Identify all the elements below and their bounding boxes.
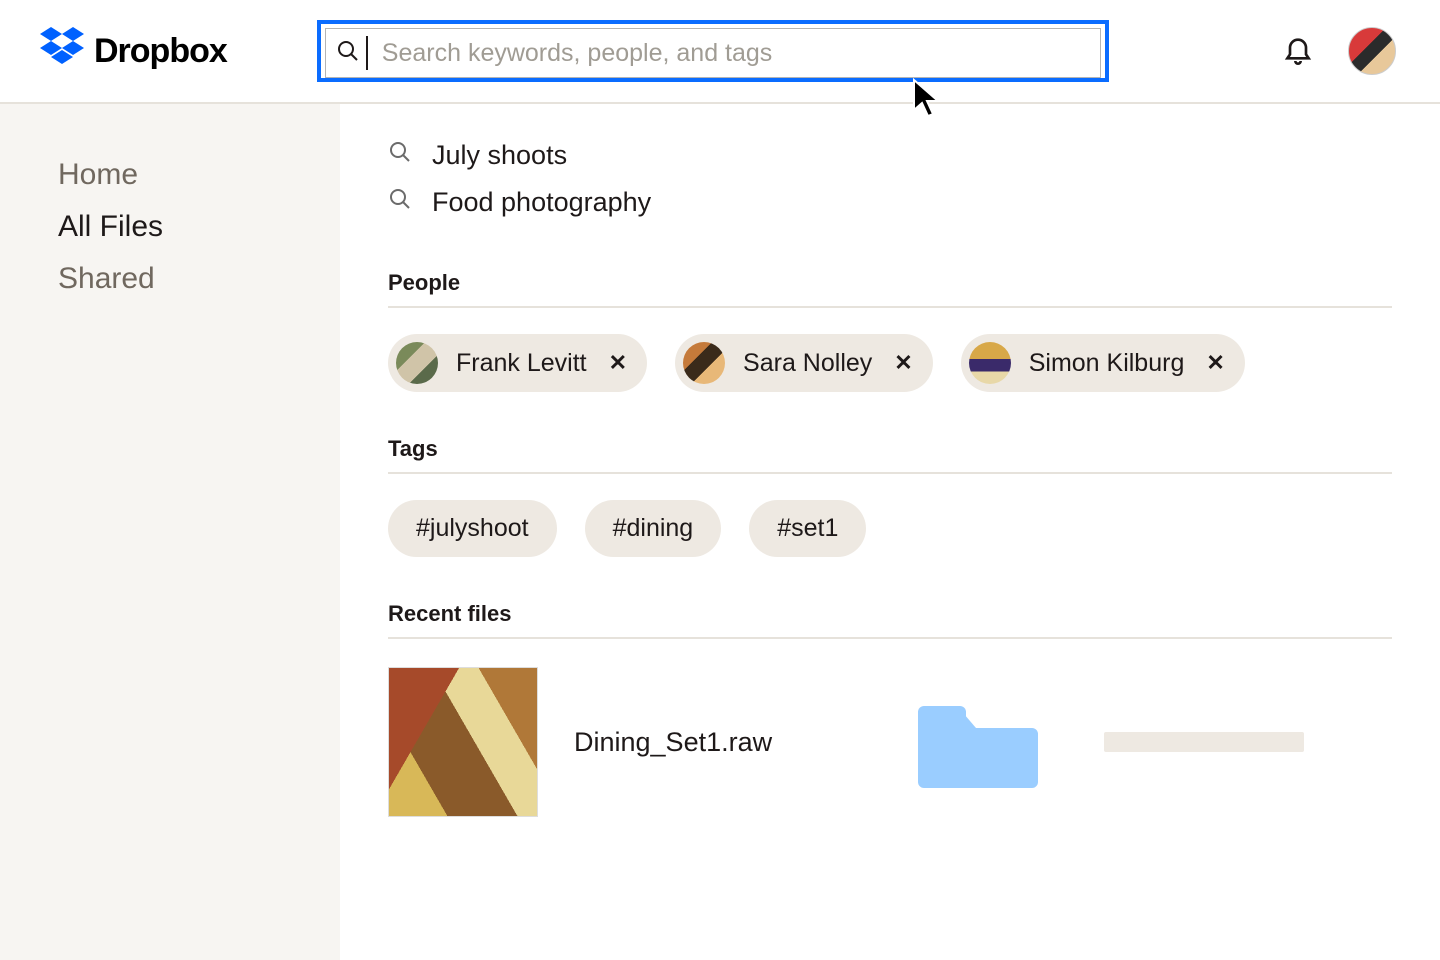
tag-text: #dining [613,514,694,542]
sidebar-item-label: Shared [58,262,155,295]
section-heading: Recent files [388,601,1392,639]
tag-text: #julyshoot [416,514,529,542]
people-section: People Frank Levitt ✕ Sara Nolley ✕ Simo… [388,270,1392,392]
file-name[interactable]: Dining_Set1.raw [574,727,772,758]
person-avatar [396,342,438,384]
person-name: Sara Nolley [743,349,872,378]
sidebar-item-label: Home [58,158,138,191]
file-thumbnail[interactable] [388,667,538,817]
remove-chip-icon[interactable]: ✕ [1206,350,1224,376]
suggestion-text: July shoots [432,140,567,171]
tags-section: Tags #julyshoot #dining #set1 [388,436,1392,557]
person-chip[interactable]: Frank Levitt ✕ [388,334,647,392]
search-icon [336,39,360,68]
sidebar-item-all-files[interactable]: All Files [58,210,340,244]
remove-chip-icon[interactable]: ✕ [894,350,912,376]
dropbox-icon [40,27,84,76]
person-avatar [969,342,1011,384]
tag-chip[interactable]: #dining [585,500,722,557]
brand-name: Dropbox [94,32,227,71]
search-icon [388,140,412,171]
search-icon [388,187,412,218]
sidebar: Home All Files Shared [0,104,340,960]
brand-logo[interactable]: Dropbox [40,27,227,76]
tag-chip[interactable]: #julyshoot [388,500,557,557]
user-avatar[interactable] [1348,27,1396,75]
section-heading: Tags [388,436,1392,474]
search-input[interactable] [382,39,1090,68]
sidebar-item-shared[interactable]: Shared [58,262,340,296]
person-name: Frank Levitt [456,349,587,378]
tag-text: #set1 [777,514,838,542]
tag-chip[interactable]: #set1 [749,500,866,557]
person-chip[interactable]: Simon Kilburg ✕ [961,334,1245,392]
suggestion-text: Food photography [432,187,651,218]
sidebar-item-home[interactable]: Home [58,158,340,192]
recent-files-section: Recent files Dining_Set1.raw [388,601,1392,817]
remove-chip-icon[interactable]: ✕ [609,350,627,376]
search-field-container[interactable] [317,20,1109,82]
text-caret [366,36,368,70]
search-suggestion[interactable]: July shoots [388,132,1392,179]
section-heading: People [388,270,1392,308]
folder-icon[interactable] [918,694,1038,790]
notifications-icon[interactable] [1282,33,1314,70]
person-avatar [683,342,725,384]
search-suggestion[interactable]: Food photography [388,179,1392,226]
search-dropdown-panel: July shoots Food photography People Fran… [340,104,1440,960]
person-chip[interactable]: Sara Nolley ✕ [675,334,933,392]
person-name: Simon Kilburg [1029,349,1185,378]
app-header: Dropbox [0,0,1440,104]
sidebar-item-label: All Files [58,210,163,243]
file-name-placeholder [1104,732,1304,752]
